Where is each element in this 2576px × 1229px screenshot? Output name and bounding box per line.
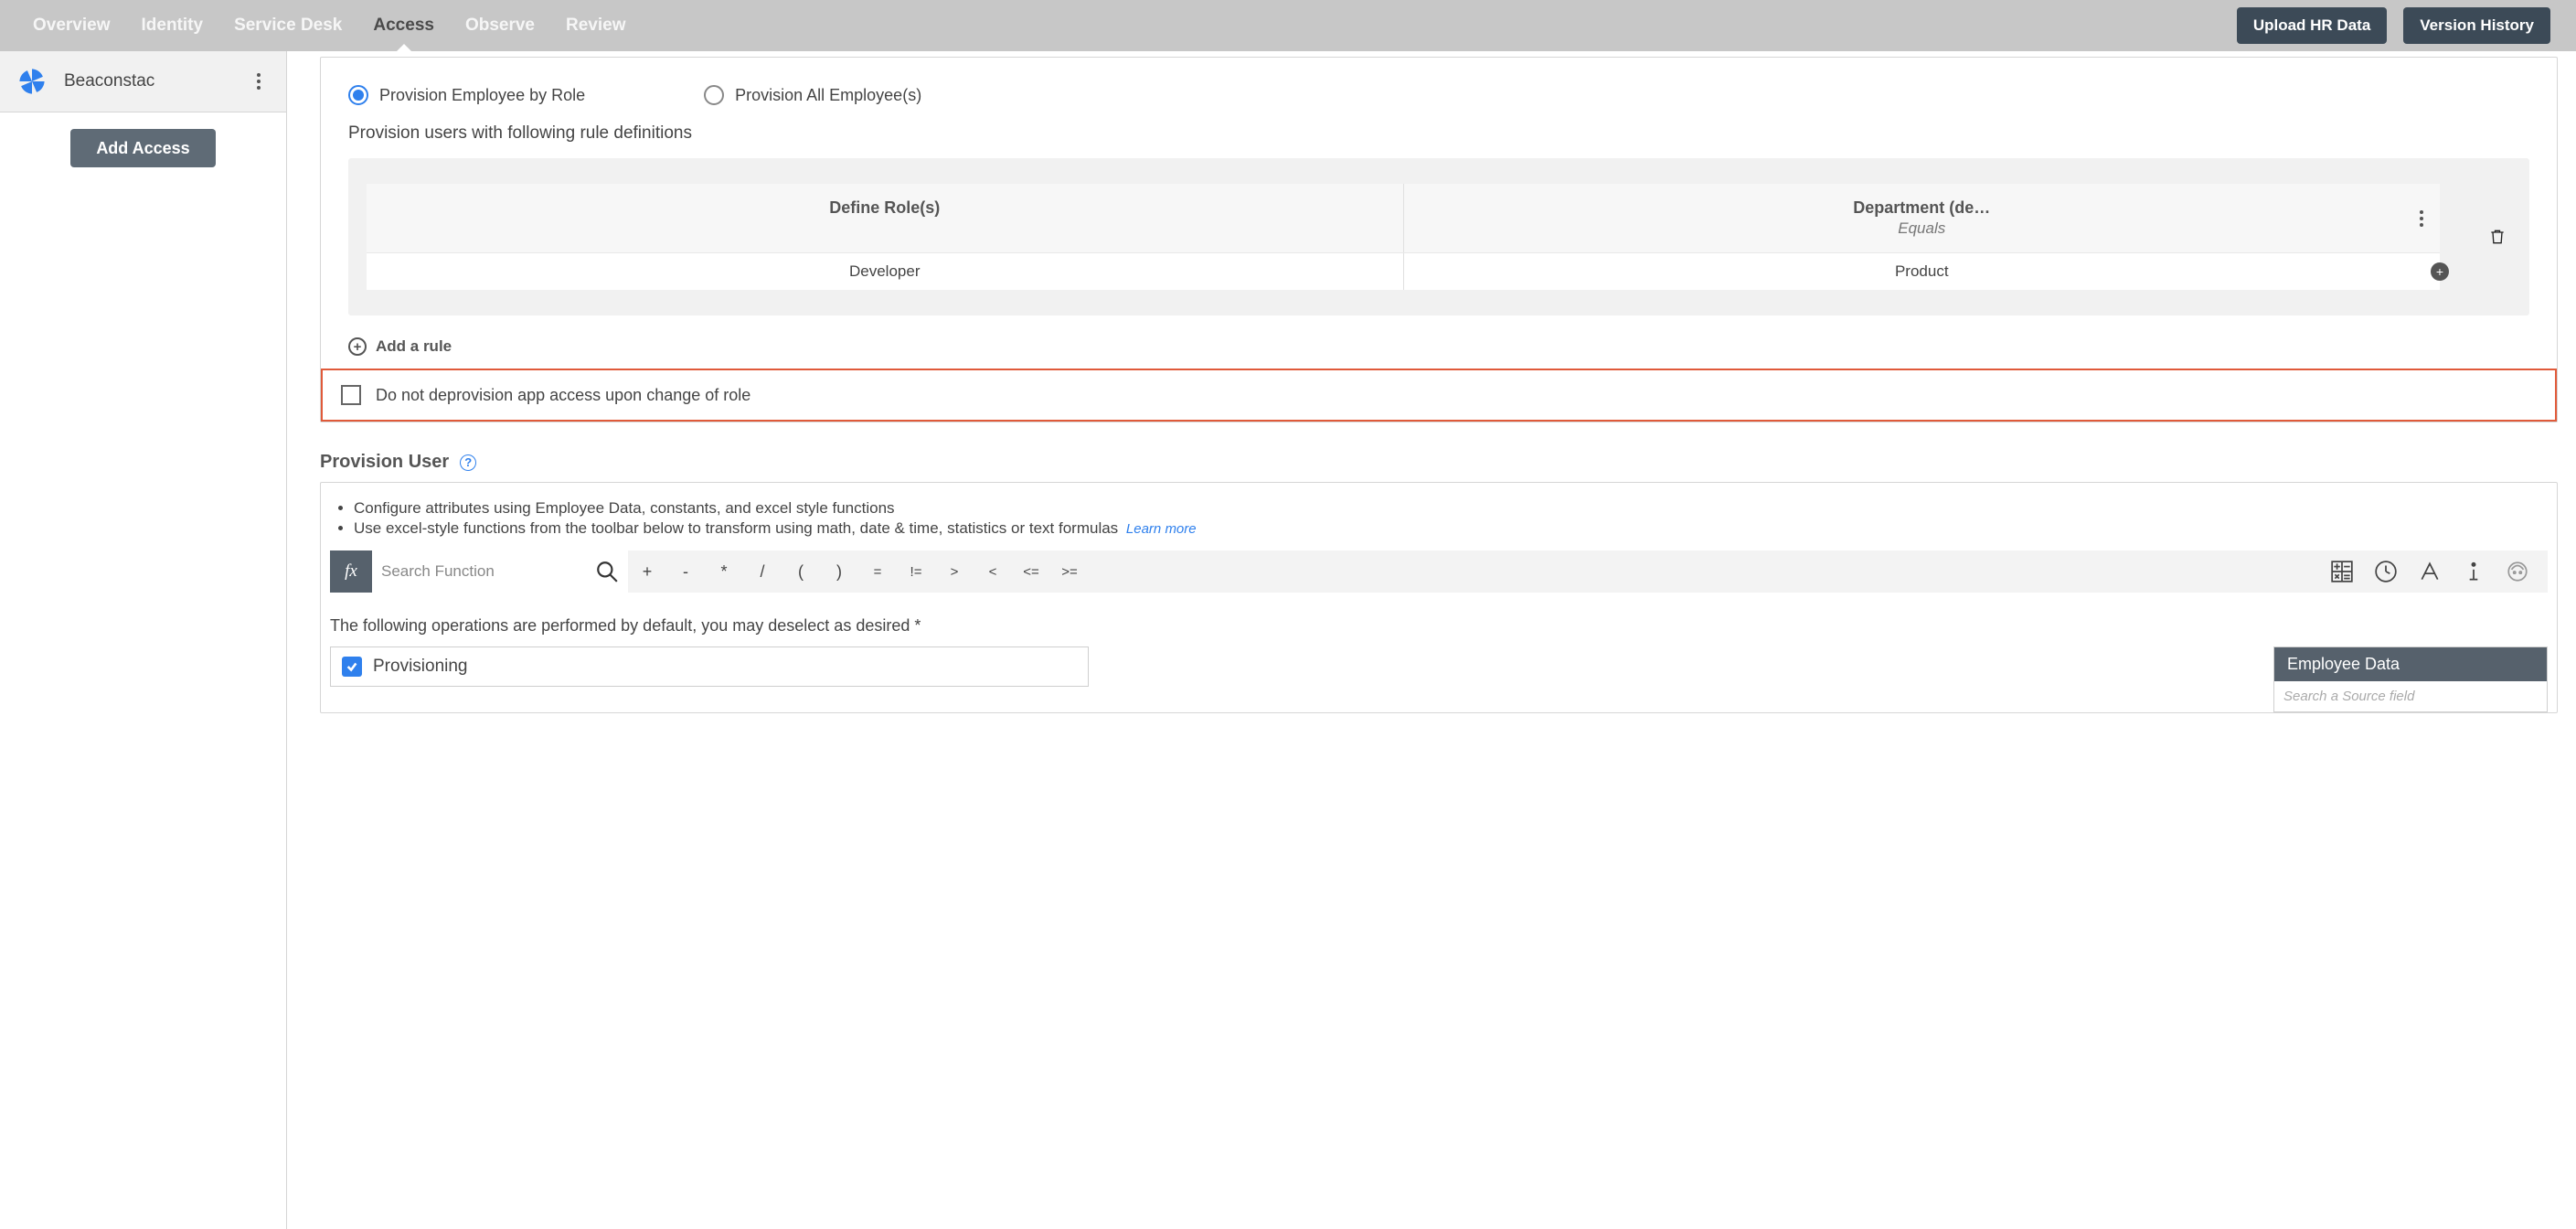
rules-table: Define Role(s) Department (de… Equals De… bbox=[367, 184, 2440, 290]
tab-identity[interactable]: Identity bbox=[134, 0, 211, 51]
op-plus[interactable]: + bbox=[628, 550, 666, 593]
main-content: Provision Employee by Role Provision All… bbox=[287, 51, 2576, 1229]
upload-hr-data-button[interactable]: Upload HR Data bbox=[2237, 7, 2387, 44]
op-gte[interactable]: >= bbox=[1050, 550, 1089, 593]
rules-box: Define Role(s) Department (de… Equals De… bbox=[348, 158, 2529, 315]
function-toolbar: fx + - * / ( ) = != > < <= >= bbox=[330, 550, 2548, 593]
column-menu-kebab-icon[interactable] bbox=[2411, 208, 2432, 230]
op-rparen[interactable]: ) bbox=[820, 550, 858, 593]
fx-icon: fx bbox=[330, 550, 372, 593]
misc-category-icon[interactable] bbox=[2506, 560, 2529, 583]
provisioning-checkbox[interactable] bbox=[342, 657, 362, 677]
tab-access[interactable]: Access bbox=[366, 0, 442, 51]
op-eq[interactable]: = bbox=[858, 550, 897, 593]
op-lte[interactable]: <= bbox=[1012, 550, 1050, 593]
cell-role-value[interactable]: Developer bbox=[367, 253, 1404, 290]
deprovision-checkbox-label: Do not deprovision app access upon chang… bbox=[376, 386, 750, 405]
op-lparen[interactable]: ( bbox=[782, 550, 820, 593]
deprovision-checkbox-row: Do not deprovision app access upon chang… bbox=[321, 369, 2557, 422]
text-category-icon[interactable] bbox=[2418, 560, 2442, 583]
sidebar-app-row[interactable]: Beaconstac bbox=[0, 51, 286, 112]
search-icon bbox=[595, 560, 619, 583]
radio-unselected-icon bbox=[704, 85, 724, 105]
add-column-plus-icon[interactable]: + bbox=[2431, 262, 2449, 281]
beaconstac-logo-icon bbox=[16, 66, 48, 97]
info-category-icon[interactable] bbox=[2462, 560, 2486, 583]
provision-user-title: Provision User bbox=[320, 452, 449, 473]
provision-rule-subheader: Provision users with following rule defi… bbox=[348, 123, 2529, 144]
radio-all-label: Provision All Employee(s) bbox=[735, 86, 921, 105]
tab-service-desk[interactable]: Service Desk bbox=[227, 0, 349, 51]
top-nav: Overview Identity Service Desk Access Ob… bbox=[0, 0, 2576, 51]
op-neq[interactable]: != bbox=[897, 550, 935, 593]
app-menu-kebab-icon[interactable] bbox=[248, 70, 270, 92]
deprovision-checkbox[interactable] bbox=[341, 385, 361, 405]
provision-user-card: Configure attributes using Employee Data… bbox=[320, 482, 2558, 713]
sidebar-app-name: Beaconstac bbox=[64, 71, 231, 91]
function-search-input[interactable] bbox=[381, 562, 595, 581]
provisioning-label: Provisioning bbox=[373, 657, 468, 677]
employee-data-panel: Employee Data Search a Source field bbox=[2273, 647, 2548, 712]
op-minus[interactable]: - bbox=[666, 550, 705, 593]
default-ops-note: The following operations are performed b… bbox=[330, 616, 2548, 636]
cell-dept-value[interactable]: Product bbox=[1895, 262, 1949, 280]
col-define-roles: Define Role(s) bbox=[376, 198, 1394, 218]
op-mult[interactable]: * bbox=[705, 550, 743, 593]
plus-outline-icon: + bbox=[348, 337, 367, 356]
provision-rules-card: Provision Employee by Role Provision All… bbox=[320, 57, 2558, 422]
radio-by-role-label: Provision Employee by Role bbox=[379, 86, 585, 105]
function-search-box[interactable] bbox=[372, 550, 628, 593]
bullet-configure: Configure attributes using Employee Data… bbox=[354, 499, 2548, 518]
tab-overview[interactable]: Overview bbox=[26, 0, 118, 51]
bullet-functions: Use excel-style functions from the toolb… bbox=[354, 519, 2548, 538]
add-rule-button[interactable]: + Add a rule bbox=[348, 332, 2529, 361]
op-lt[interactable]: < bbox=[974, 550, 1012, 593]
learn-more-link[interactable]: Learn more bbox=[1126, 521, 1197, 537]
tab-observe[interactable]: Observe bbox=[458, 0, 542, 51]
tab-review[interactable]: Review bbox=[559, 0, 633, 51]
datetime-category-icon[interactable] bbox=[2374, 560, 2398, 583]
col-department-op: Equals bbox=[1413, 219, 2432, 238]
radio-provision-by-role[interactable]: Provision Employee by Role bbox=[348, 85, 585, 105]
delete-rule-trash-icon[interactable] bbox=[2484, 223, 2511, 251]
radio-provision-all[interactable]: Provision All Employee(s) bbox=[704, 85, 921, 105]
provisioning-op-row: Provisioning bbox=[330, 647, 1089, 687]
radio-selected-icon bbox=[348, 85, 368, 105]
add-rule-label: Add a rule bbox=[376, 337, 452, 356]
sidebar: Beaconstac Add Access bbox=[0, 51, 287, 1229]
op-div[interactable]: / bbox=[743, 550, 782, 593]
employee-data-search[interactable]: Search a Source field bbox=[2274, 681, 2547, 711]
help-icon[interactable]: ? bbox=[460, 454, 476, 471]
version-history-button[interactable]: Version History bbox=[2403, 7, 2550, 44]
col-department: Department (de… bbox=[1413, 198, 2432, 218]
employee-data-title: Employee Data bbox=[2274, 647, 2547, 681]
add-access-button[interactable]: Add Access bbox=[70, 129, 215, 167]
math-category-icon[interactable] bbox=[2330, 560, 2354, 583]
op-gt[interactable]: > bbox=[935, 550, 974, 593]
